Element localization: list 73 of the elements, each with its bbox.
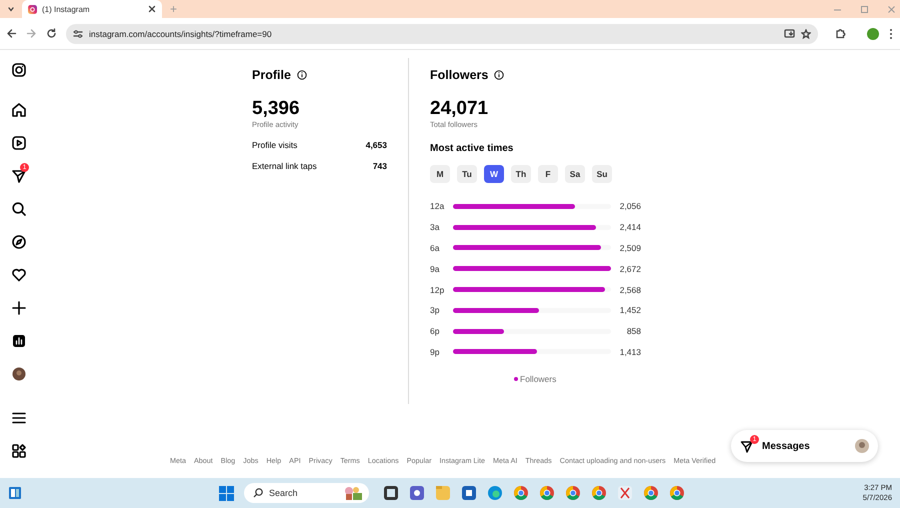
- site-settings-icon[interactable]: [73, 28, 83, 38]
- chrome-icon[interactable]: [513, 485, 529, 501]
- metric-value: 4,653: [366, 140, 387, 150]
- time-label: 3p: [430, 305, 440, 316]
- metric-label: External link taps: [252, 161, 317, 171]
- reload-icon[interactable]: [46, 28, 57, 39]
- subsection-title: Most active times: [430, 143, 514, 154]
- day-tab[interactable]: Th: [511, 165, 531, 183]
- chrome-icon[interactable]: [669, 485, 685, 501]
- info-icon[interactable]: [296, 70, 307, 80]
- chrome-icon[interactable]: [539, 485, 555, 501]
- avatar-icon: [855, 439, 869, 453]
- day-tab[interactable]: Tu: [457, 165, 477, 183]
- day-tab[interactable]: Sa: [565, 165, 585, 183]
- windows-start-icon[interactable]: [219, 486, 234, 500]
- follower-count: 858: [626, 326, 641, 336]
- browser-tab[interactable]: (1) Instagram: [22, 0, 162, 18]
- extensions-icon[interactable]: [835, 28, 846, 39]
- metric-value: 743: [372, 161, 387, 171]
- time-label: 6a: [430, 242, 440, 253]
- time-label: 12a: [430, 201, 446, 212]
- follower-count: 2,414: [620, 222, 641, 232]
- plus-icon[interactable]: [11, 300, 27, 316]
- close-icon[interactable]: [148, 5, 156, 13]
- menu-icon[interactable]: [11, 410, 27, 426]
- blocks-icon[interactable]: [11, 443, 27, 459]
- address-bar[interactable]: instagram.com/accounts/insights/?timeframe=90: [66, 24, 818, 44]
- heart-icon[interactable]: [11, 267, 27, 283]
- reels-icon[interactable]: [11, 135, 27, 151]
- instagram-icon[interactable]: [11, 62, 27, 78]
- legend-label: Followers: [520, 374, 556, 384]
- insights-icon[interactable]: [11, 333, 27, 349]
- time-label: 3a: [430, 222, 440, 232]
- profile-activity-total: 5,396: [252, 99, 301, 119]
- time-label: 9p: [430, 346, 440, 357]
- time-label: 12p: [430, 284, 446, 295]
- avatar-icon[interactable]: [11, 366, 27, 382]
- follower-count: 1,413: [620, 346, 641, 357]
- info-icon[interactable]: [494, 70, 504, 80]
- day-tab[interactable]: Su: [592, 165, 612, 183]
- compass-icon[interactable]: [11, 234, 27, 250]
- time-label: 9a: [430, 264, 440, 274]
- follower-count: 2,056: [620, 201, 641, 212]
- day-tab[interactable]: F: [538, 165, 558, 183]
- metric-label: Profile visits: [252, 140, 298, 150]
- install-app-icon[interactable]: [784, 28, 795, 38]
- follower-count: 1,452: [620, 305, 641, 316]
- time-label: 6p: [430, 326, 440, 336]
- follower-count: 2,672: [620, 264, 641, 274]
- send-icon: [740, 440, 753, 452]
- day-tab[interactable]: W: [484, 165, 504, 183]
- chrome-icon[interactable]: [643, 485, 659, 501]
- search-icon[interactable]: [11, 201, 27, 217]
- follower-count: 2,509: [620, 242, 641, 253]
- widgets-icon[interactable]: [8, 486, 22, 500]
- legend-dot-icon: [514, 377, 518, 382]
- back-icon[interactable]: [6, 28, 17, 39]
- taskbar-search-field[interactable]: Search: [244, 483, 369, 503]
- section-title: Followers: [430, 68, 488, 82]
- send-icon[interactable]: [11, 168, 27, 184]
- follower-count: 2,568: [620, 284, 641, 295]
- followers-total: 24,071: [430, 99, 490, 119]
- task-view-icon[interactable]: [383, 485, 399, 501]
- chrome-icon[interactable]: [565, 485, 581, 501]
- instagram-logo-icon: [28, 4, 37, 14]
- profile-avatar[interactable]: [867, 28, 879, 40]
- home-icon[interactable]: [11, 102, 27, 118]
- section-title: Profile: [252, 68, 291, 82]
- search-icon: [253, 488, 263, 498]
- more-options-icon[interactable]: [888, 28, 894, 40]
- day-tab[interactable]: M: [430, 165, 450, 183]
- chrome-icon[interactable]: [591, 485, 607, 501]
- star-icon[interactable]: [801, 28, 811, 38]
